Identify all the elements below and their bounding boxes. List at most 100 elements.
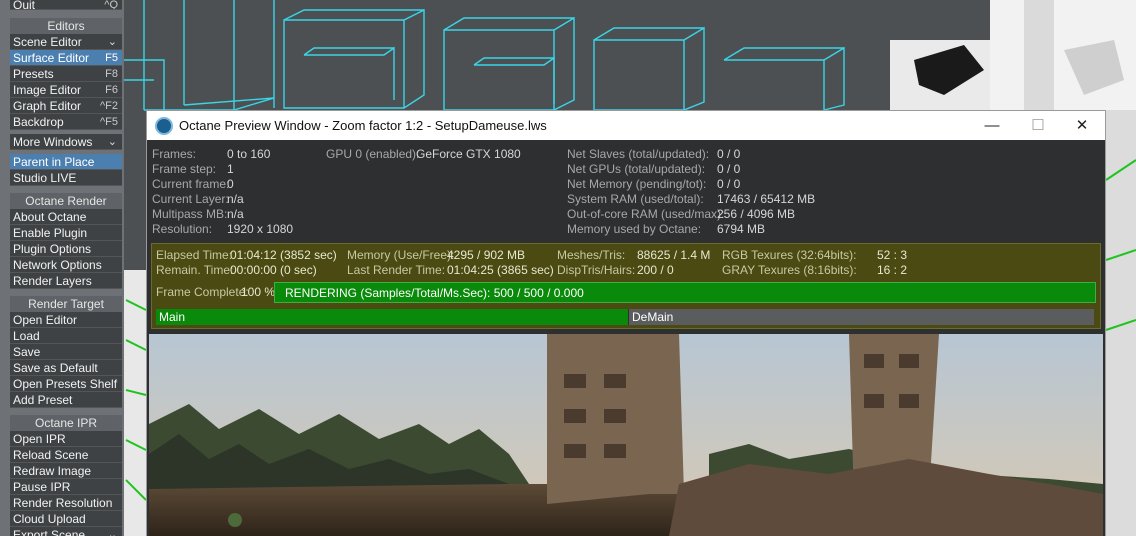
frames-value: 0 to 160: [227, 147, 271, 161]
render-resolution-button[interactable]: Render Resolution: [10, 495, 122, 511]
render-progress-bar: RENDERING (Samples/Total/Ms.Sec): 500 / …: [274, 282, 1096, 303]
open-editor-button[interactable]: Open Editor: [10, 312, 122, 328]
octane-logo-icon: [155, 117, 173, 135]
net-slaves-label: Net Slaves (total/updated):: [567, 147, 710, 161]
image-editor-shortcut: F6: [105, 84, 118, 96]
gpu-label: GPU 0 (enabled):: [326, 147, 420, 161]
last-render-time-value: 01:04:25 (3865 sec): [447, 263, 554, 277]
parent-in-place-label: Parent in Place: [13, 155, 95, 169]
add-preset-button[interactable]: Add Preset: [10, 392, 122, 408]
parent-in-place-button[interactable]: Parent in Place: [10, 154, 122, 170]
save-button[interactable]: Save: [10, 344, 122, 360]
frame-step-label: Frame step:: [152, 162, 217, 176]
window-titlebar[interactable]: Octane Preview Window - Zoom factor 1:2 …: [147, 111, 1105, 140]
scene-editor-label: Scene Editor: [13, 35, 82, 49]
cloud-upload-button[interactable]: Cloud Upload: [10, 511, 122, 527]
memory-octane-label: Memory used by Octane:: [567, 222, 702, 236]
graph-editor-label: Graph Editor: [13, 99, 82, 113]
quit-shortcut: ^Q: [104, 0, 118, 10]
demain-pass-bar[interactable]: DeMain: [628, 309, 1094, 325]
current-frame-value: 0: [227, 177, 234, 191]
open-presets-shelf-button[interactable]: Open Presets Shelf: [10, 376, 122, 392]
maximize-icon[interactable]: ☐: [1015, 114, 1061, 138]
load-button[interactable]: Load: [10, 328, 122, 344]
multipass-value: n/a: [227, 207, 244, 221]
graph-editor-button[interactable]: Graph Editor ^F2: [10, 98, 122, 114]
more-windows-label: More Windows: [13, 135, 93, 149]
image-editor-label: Image Editor: [13, 83, 82, 97]
close-icon[interactable]: ✕: [1059, 114, 1105, 138]
screen: Quit ^Q Editors Scene Editor ⌄ Surface E…: [0, 0, 1136, 536]
reload-scene-button[interactable]: Reload Scene: [10, 447, 122, 463]
resolution-label: Resolution:: [152, 222, 213, 236]
quit-button[interactable]: Quit ^Q: [10, 0, 122, 10]
render-stats-box: Elapsed Time: 01:04:12 (3852 sec) Remain…: [151, 243, 1101, 329]
chevron-down-icon: ⌄: [107, 36, 117, 48]
frame-complete-label: Frame Complete:: [156, 285, 249, 299]
left-toolbar: Quit ^Q Editors Scene Editor ⌄ Surface E…: [0, 0, 124, 536]
save-as-default-button[interactable]: Save as Default: [10, 360, 122, 376]
gpu-value: GeForce GTX 1080: [416, 147, 521, 161]
main-pass-bar[interactable]: Main: [156, 309, 628, 325]
render-target-section-title: Render Target: [10, 296, 122, 312]
enable-plugin-button[interactable]: Enable Plugin: [10, 225, 122, 241]
out-of-core-ram-value: 256 / 4096 MB: [717, 207, 796, 221]
scene-editor-button[interactable]: Scene Editor ⌄: [10, 34, 122, 50]
frames-label: Frames:: [152, 147, 197, 161]
editors-section-title: Editors: [10, 18, 122, 34]
chevron-down-icon: ⌄: [107, 136, 117, 148]
surface-editor-shortcut: F5: [105, 52, 118, 64]
graph-editor-shortcut: ^F2: [100, 100, 118, 112]
elapsed-time-value: 01:04:12 (3852 sec): [230, 248, 337, 262]
presets-button[interactable]: Presets F8: [10, 66, 122, 82]
pause-ipr-button[interactable]: Pause IPR: [10, 479, 122, 495]
presets-label: Presets: [13, 67, 54, 81]
gray-textures-value: 16 : 2: [877, 263, 908, 277]
current-layer-label: Current Layer:: [152, 192, 229, 206]
current-frame-label: Current frame:: [152, 177, 230, 191]
chevron-down-icon: ⌄: [107, 529, 117, 536]
disp-tris-label: DispTris/Hairs:: [557, 263, 636, 277]
window-title: Octane Preview Window - Zoom factor 1:2 …: [179, 118, 547, 133]
surface-editor-button[interactable]: Surface Editor F5: [10, 50, 122, 66]
net-memory-value: 0 / 0: [717, 177, 741, 191]
export-scene-button[interactable]: Export Scene ⌄: [10, 527, 122, 536]
plugin-options-button[interactable]: Plugin Options: [10, 241, 122, 257]
render-preview-image[interactable]: [149, 334, 1103, 536]
rgb-textures-value: 52 : 3: [877, 248, 908, 262]
image-editor-button[interactable]: Image Editor F6: [10, 82, 122, 98]
open-ipr-button[interactable]: Open IPR: [10, 431, 122, 447]
main-pass-label: Main: [159, 310, 186, 324]
frame-complete-value: 100 %: [241, 285, 276, 299]
studio-live-label: Studio LIVE: [13, 171, 77, 185]
backdrop-label: Backdrop: [13, 115, 64, 129]
quit-label: Quit: [13, 0, 36, 10]
more-windows-button[interactable]: More Windows ⌄: [10, 134, 122, 150]
backdrop-button[interactable]: Backdrop ^F5: [10, 114, 122, 130]
current-layer-value: n/a: [227, 192, 244, 206]
presets-shortcut: F8: [105, 68, 118, 80]
redraw-image-button[interactable]: Redraw Image: [10, 463, 122, 479]
octane-preview-window: Octane Preview Window - Zoom factor 1:2 …: [146, 110, 1106, 536]
about-octane-button[interactable]: About Octane: [10, 209, 122, 225]
render-progress-text: RENDERING (Samples/Total/Ms.Sec): 500 / …: [285, 286, 584, 300]
rgb-textures-label: RGB Texures (32:64bits):: [722, 248, 857, 262]
memory-label: Memory (Use/Free):: [347, 248, 455, 262]
surface-editor-label: Surface Editor: [13, 51, 90, 65]
render-layers-button[interactable]: Render Layers: [10, 273, 122, 289]
network-options-button[interactable]: Network Options: [10, 257, 122, 273]
export-scene-label: Export Scene: [13, 528, 86, 536]
demain-pass-label: DeMain: [632, 310, 674, 324]
net-gpus-value: 0 / 0: [717, 162, 741, 176]
studio-live-button[interactable]: Studio LIVE: [10, 170, 122, 186]
meshes-value: 88625 / 1.4 M: [637, 248, 711, 262]
memory-value: 4295 / 902 MB: [447, 248, 526, 262]
octane-ipr-section-title: Octane IPR: [10, 415, 122, 431]
backdrop-shortcut: ^F5: [100, 116, 118, 128]
net-slaves-value: 0 / 0: [717, 147, 741, 161]
system-ram-value: 17463 / 65412 MB: [717, 192, 816, 206]
disp-tris-value: 200 / 0: [637, 263, 674, 277]
minimize-icon[interactable]: —: [969, 114, 1015, 138]
gray-textures-label: GRAY Texures (8:16bits):: [722, 263, 857, 277]
meshes-label: Meshes/Tris:: [557, 248, 626, 262]
